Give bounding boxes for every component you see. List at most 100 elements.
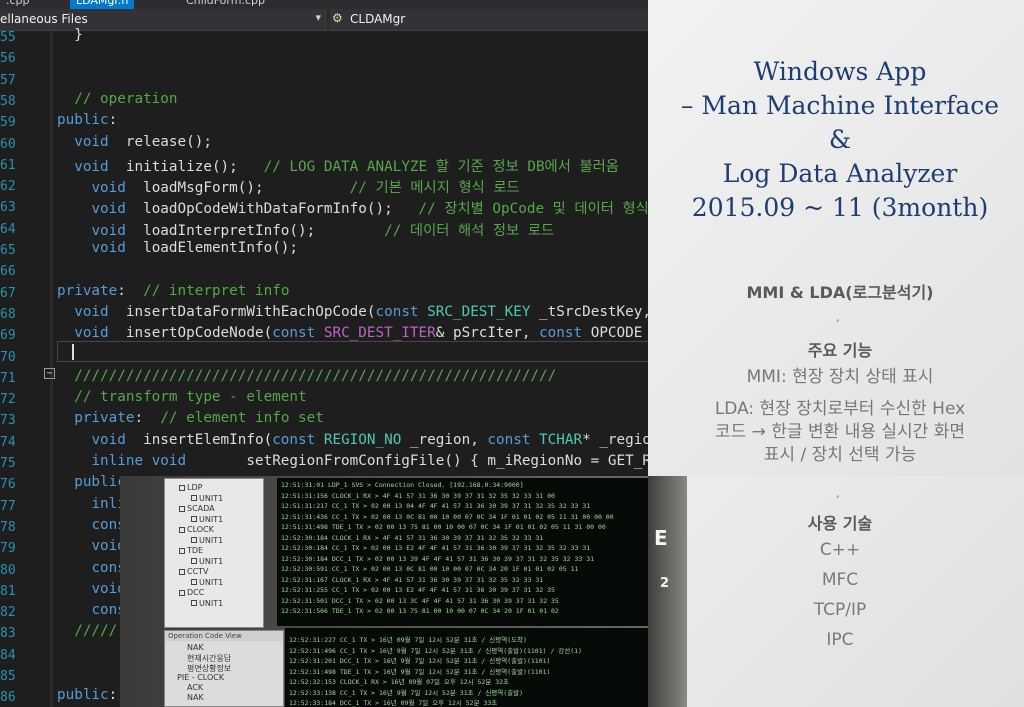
tree-item[interactable]: UNIT1 (191, 515, 223, 524)
tech-item: TCP/IP (813, 600, 867, 620)
checkbox-icon[interactable] (191, 537, 197, 543)
opcode-item[interactable]: NAK (187, 693, 204, 702)
opcode-item[interactable]: ACK (187, 683, 203, 692)
code-line: ///// (57, 623, 117, 644)
log-row: 12:52:31:201 DCC_1 TX > 16년 9월 7일 12시 52… (289, 657, 551, 665)
line-number: 77 (0, 498, 16, 514)
log-output-top: 12:51:31:01 LDP_1 SVS > Connection Close… (277, 478, 667, 626)
tab-cpp[interactable]: .cpp (0, 0, 36, 9)
log-row: 12:51:31:217 CC_1 TX > 02 00 13 04 4F 4F… (281, 502, 591, 510)
slide-subtitle: MMI & LDA(로그분석기) (746, 283, 934, 302)
code-token: void (74, 133, 109, 150)
line-number: 63 (0, 200, 16, 216)
tree-item[interactable]: UNIT1 (191, 599, 223, 608)
code-line: void release(); (57, 134, 212, 155)
checkbox-icon[interactable] (179, 505, 185, 512)
code-line: cons (57, 560, 125, 581)
code-line: void (57, 581, 125, 602)
code-token: public (74, 474, 126, 491)
log-row: 12:52:31:255 CC_1 TX > 02 00 13 E2 4F 4F… (281, 586, 555, 594)
code-line: private: // interpret info (57, 283, 289, 304)
code-token: // element info set (160, 410, 324, 427)
title-line: Log Data Analyzer (722, 159, 958, 188)
title-line: 2015.09 ~ 11 (3month) (691, 193, 989, 222)
code-line: void loadElementInfo(); (57, 240, 298, 261)
tree-item[interactable]: UNIT1 (191, 494, 223, 503)
tab-childform-cpp[interactable]: ChildForm.cpp (180, 0, 271, 9)
code-line: public: (57, 112, 117, 133)
checkbox-icon[interactable] (179, 526, 185, 533)
code-line: void loadMsgForm(); // 기본 메시지 형식 로드 (57, 176, 520, 197)
checkbox-icon[interactable] (191, 495, 197, 501)
tree-item[interactable]: TDE (179, 546, 203, 555)
class-dropdown[interactable]: ⚙ CLDAMgr (330, 9, 648, 30)
line-number: 60 (0, 136, 16, 152)
title-line: – Man Machine Interface (680, 91, 1000, 120)
opcode-item[interactable]: NAK (187, 643, 204, 652)
tree-item[interactable]: DCC (179, 588, 204, 597)
line-number: 79 (0, 541, 16, 557)
checkbox-icon[interactable] (191, 558, 197, 564)
checkbox-icon[interactable] (191, 600, 197, 606)
line-number: 73 (0, 413, 16, 429)
code-token: REGION_NO (323, 431, 402, 448)
code-token: void (91, 431, 126, 448)
code-token: release(); (108, 133, 212, 150)
checkbox-icon[interactable] (179, 589, 185, 596)
application-photo: LDP UNIT1 SCADA UNIT1 CLOCK UNIT1 TDE UNIT1 CCTV… (120, 476, 687, 707)
tree-item[interactable]: UNIT1 (191, 536, 223, 545)
code-token: private (57, 282, 118, 299)
line-number-gutter: 55 56 57 58 59 60 61 62 63 64 65 66 67 68 69 70 71 72 73 74… (0, 30, 40, 707)
code-line: ////////////////////////////////////////… (57, 368, 556, 389)
tree-item[interactable]: CLOCK (179, 525, 214, 534)
line-number: 76 (0, 477, 16, 493)
code-token: _tSrcDestKey, (530, 303, 648, 320)
log-row: 12:52:31:498 TDE_1 TX > 16년 9월 7일 12시 52… (289, 667, 551, 676)
code-token: _region, (401, 431, 488, 448)
tree-item-label: UNIT1 (199, 556, 224, 566)
code-line: } (57, 27, 83, 48)
class-icon: ⚙ (332, 11, 343, 25)
features-heading: 주요 기능 (807, 341, 873, 360)
line-number: 71 (0, 370, 16, 386)
code-token: const (272, 325, 316, 342)
code-token: * _regionName, (582, 431, 648, 448)
checkbox-icon[interactable] (179, 568, 185, 575)
tree-item[interactable]: SCADA (179, 504, 215, 513)
tree-item[interactable]: LDP (179, 483, 202, 492)
code-token: SRC_DEST_ITER (323, 325, 436, 342)
code-token: public (57, 112, 109, 129)
tree-item[interactable]: UNIT1 (191, 578, 223, 587)
collapse-toggle-icon[interactable]: − (44, 368, 55, 379)
line-number: 74 (0, 434, 16, 450)
checkbox-icon[interactable] (179, 484, 185, 491)
tree-item-label: UNIT1 (199, 577, 224, 587)
code-token: // 기본 메시지 형식 로드 (349, 180, 520, 197)
line-number: 83 (0, 626, 16, 642)
line-number: 75 (0, 456, 16, 471)
tab-ldamgr-h[interactable]: LDAMgr.h (70, 0, 135, 9)
opcode-item[interactable]: PIE - CLOCK (177, 673, 224, 682)
project-dropdown[interactable]: ellaneous Files ▾ (0, 9, 326, 30)
tree-item[interactable]: UNIT1 (191, 557, 223, 566)
checkbox-icon[interactable] (179, 547, 185, 554)
checkbox-icon[interactable] (191, 579, 197, 585)
tech-item: C++ (819, 540, 861, 560)
bezel-letter: E (654, 526, 668, 550)
slide-title: Windows App – Man Machine Interface & Lo… (658, 55, 1022, 225)
line-number: 85 (0, 669, 16, 684)
tree-item[interactable]: CCTV (179, 567, 209, 576)
log-row: 12:52:30:184 DCC_1 TX > 02 00 13 39 4F 4… (281, 554, 595, 563)
checkbox-icon[interactable] (191, 516, 197, 522)
